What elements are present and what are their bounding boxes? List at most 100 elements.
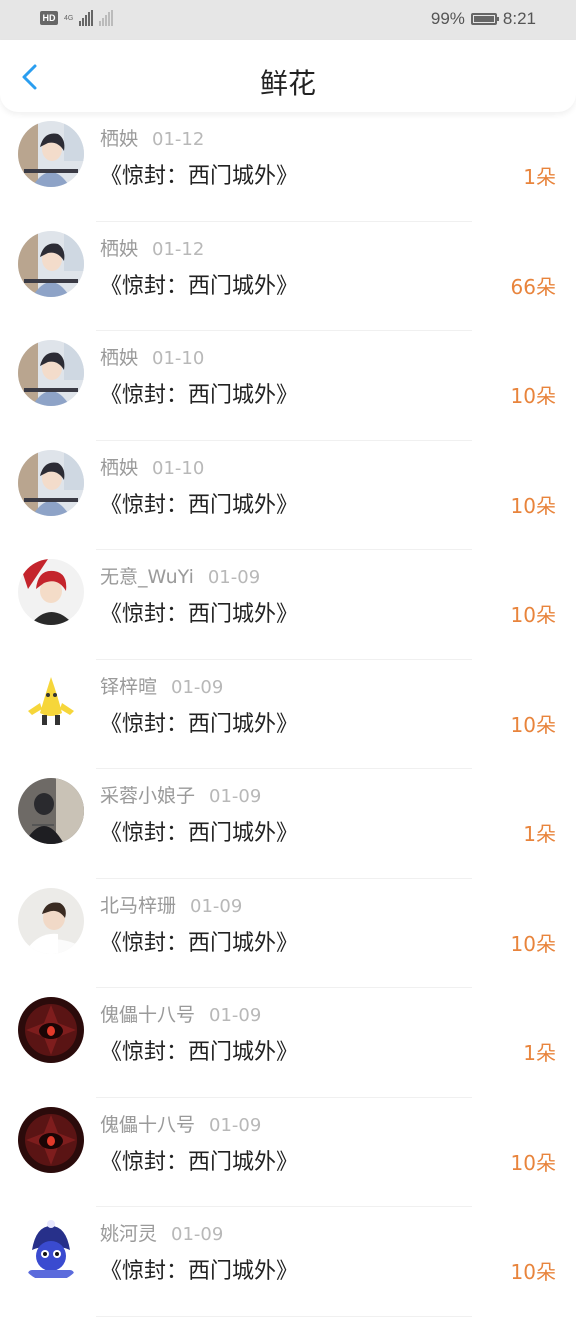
list-item[interactable]: 傀儡十八号 01-09 《惊封：西门城外》 1朵 <box>0 988 576 1098</box>
status-left: HD 4G <box>40 10 114 26</box>
anime-boy-avatar <box>18 449 84 516</box>
list-item[interactable]: 姚河灵 01-09 《惊封：西门城外》 10朵 <box>0 1207 576 1317</box>
flower-count: 10朵 <box>510 384 556 408</box>
header: 鲜花 <box>0 40 576 112</box>
avatar[interactable] <box>18 449 84 516</box>
list-item[interactable]: 栖姎 01-12 《惊封：西门城外》 66朵 <box>0 222 576 331</box>
user-name-text: 铎梓暄 <box>100 675 158 698</box>
flower-count: 10朵 <box>510 1260 556 1284</box>
list-item[interactable]: 栖姎 01-10 《惊封：西门城外》 10朵 <box>0 331 576 441</box>
avatar[interactable] <box>18 668 84 735</box>
signal-icon <box>79 10 94 26</box>
anime-boy-avatar <box>18 230 84 297</box>
user-name: 姚河灵 01-09 <box>100 1219 223 1246</box>
avatar[interactable] <box>18 559 84 625</box>
user-name-text: 栖姎 <box>100 456 139 479</box>
user-name-text: 栖姎 <box>100 347 139 369</box>
banana-avatar <box>18 668 84 735</box>
user-name: 无意_WuYi 01-09 <box>100 562 260 589</box>
user-name: 栖姎 01-12 <box>100 124 204 151</box>
user-name: 栖姎 01-12 <box>100 234 204 261</box>
gift-date: 01-12 <box>152 129 205 150</box>
book-title: 《惊封：西门城外》 <box>100 602 299 627</box>
list-item[interactable]: 栖姎 01-12 《惊封：西门城外》 1朵 <box>0 112 576 222</box>
list-item[interactable]: 栖姎 01-10 《惊封：西门城外》 10朵 <box>0 441 576 550</box>
battery-icon <box>470 13 499 25</box>
avatar[interactable] <box>18 121 84 187</box>
avatar[interactable] <box>18 230 84 297</box>
boy-photo-avatar <box>18 887 84 954</box>
user-name: 栖姎 01-10 <box>100 453 204 480</box>
list-item[interactable]: 傀儡十八号 01-09 《惊封：西门城外》 10朵 <box>0 1098 576 1207</box>
user-name-text: 北马梓珊 <box>100 894 177 917</box>
list-item[interactable]: 北马梓珊 01-09 《惊封：西门城外》 10朵 <box>0 879 576 988</box>
user-name-text: 无意_WuYi <box>100 566 194 588</box>
status-right: 99% 8:21 <box>431 9 536 29</box>
book-title: 《惊封：西门城外》 <box>100 1040 299 1065</box>
avatar[interactable] <box>18 887 84 954</box>
flower-count: 1朵 <box>523 822 556 846</box>
book-title: 《惊封：西门城外》 <box>100 1259 299 1284</box>
avatar[interactable] <box>18 1216 84 1282</box>
user-name: 采蓉小娘子 01-09 <box>100 781 261 808</box>
hd-icon: HD <box>40 11 58 25</box>
gift-date: 01-09 <box>207 567 261 588</box>
page-title: 鲜花 <box>259 67 316 100</box>
dark-photo-avatar <box>18 778 84 844</box>
flower-count: 1朵 <box>523 165 556 189</box>
anime-boy-avatar <box>18 121 84 187</box>
gift-date: 01-09 <box>190 895 243 917</box>
book-title: 《惊封：西门城外》 <box>100 164 299 189</box>
flower-count: 10朵 <box>510 712 556 737</box>
gift-date: 01-09 <box>209 786 262 807</box>
red-eye-avatar <box>18 1106 84 1173</box>
user-name-text: 傀儡十八号 <box>100 1004 196 1026</box>
gift-date: 01-09 <box>209 1005 262 1026</box>
user-name-text: 栖姎 <box>100 128 139 150</box>
book-title: 《惊封：西门城外》 <box>100 711 299 737</box>
user-name: 傀儡十八号 01-09 <box>100 1110 261 1137</box>
gift-date: 01-09 <box>209 1114 262 1136</box>
gift-date: 01-09 <box>171 1224 224 1245</box>
flower-count: 10朵 <box>510 1150 556 1175</box>
divider <box>96 1315 472 1317</box>
flower-count: 66朵 <box>510 274 556 299</box>
avatar[interactable] <box>18 1106 84 1173</box>
user-name-text: 栖姎 <box>100 237 139 260</box>
avatar[interactable] <box>18 340 84 406</box>
no-signal-icon <box>99 10 114 26</box>
flower-count: 1朵 <box>523 1041 556 1065</box>
gift-date: 01-12 <box>152 238 205 260</box>
network-label: 4G <box>64 14 74 22</box>
gift-date: 01-09 <box>171 676 224 698</box>
user-name-text: 采蓉小娘子 <box>100 785 196 807</box>
list-item[interactable]: 铎梓暄 01-09 《惊封：西门城外》 10朵 <box>0 660 576 769</box>
user-name: 铎梓暄 01-09 <box>100 672 223 699</box>
gift-date: 01-10 <box>152 348 205 369</box>
gift-date: 01-10 <box>152 457 205 479</box>
user-name-text: 傀儡十八号 <box>100 1113 196 1136</box>
list-item[interactable]: 无意_WuYi 01-09 《惊封：西门城外》 10朵 <box>0 550 576 660</box>
list-item[interactable]: 采蓉小娘子 01-09 《惊封：西门城外》 1朵 <box>0 769 576 879</box>
battery-percent: 99% <box>430 9 465 28</box>
user-name: 北马梓珊 01-09 <box>100 891 242 918</box>
avatar[interactable] <box>18 778 84 844</box>
book-title: 《惊封：西门城外》 <box>100 273 299 299</box>
status-bar: HD 4G 99% 8:21 <box>0 0 576 40</box>
red-hair-avatar <box>18 559 84 625</box>
flower-count: 10朵 <box>510 603 556 627</box>
avatar[interactable] <box>18 997 84 1063</box>
flower-count: 10朵 <box>510 931 556 956</box>
book-title: 《惊封：西门城外》 <box>100 1149 299 1175</box>
flower-count: 10朵 <box>510 493 556 518</box>
clock: 8:21 <box>502 9 536 28</box>
user-name-text: 姚河灵 <box>100 1223 158 1245</box>
anime-boy-avatar <box>18 340 84 406</box>
book-title: 《惊封：西门城外》 <box>100 930 299 956</box>
book-title: 《惊封：西门城外》 <box>100 383 299 408</box>
user-name: 傀儡十八号 01-09 <box>100 1000 261 1027</box>
book-title: 《惊封：西门城外》 <box>100 492 299 518</box>
blue-mascot-avatar <box>18 1216 84 1282</box>
book-title: 《惊封：西门城外》 <box>100 821 299 846</box>
red-eye-avatar <box>18 997 84 1063</box>
